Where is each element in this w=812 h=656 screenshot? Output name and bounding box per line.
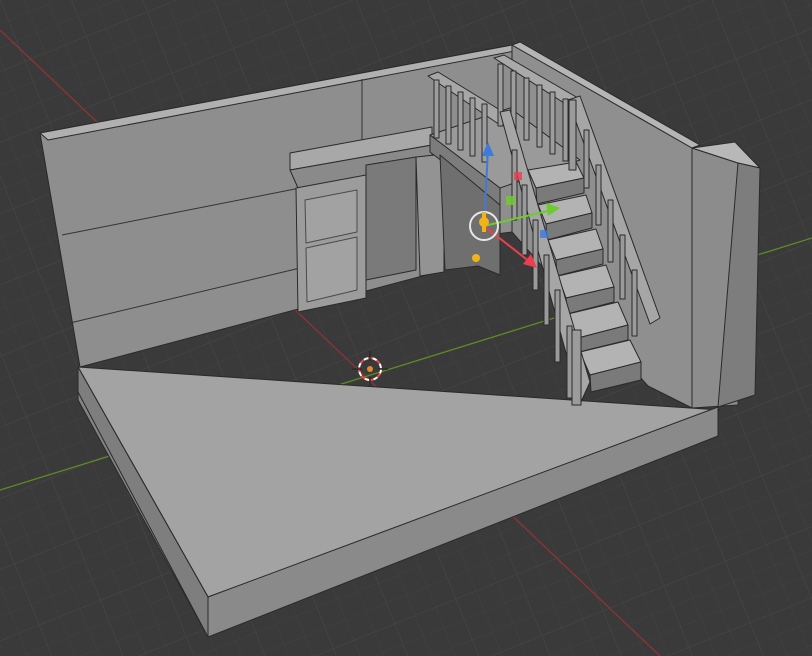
gizmo-plane-handle-xz[interactable] bbox=[514, 172, 522, 180]
3d-viewport[interactable] bbox=[0, 0, 812, 656]
door-panel-bottom bbox=[305, 236, 358, 303]
door-opening bbox=[365, 156, 417, 281]
gizmo-plane-handle-yz[interactable] bbox=[540, 230, 548, 238]
viewport-canvas[interactable] bbox=[0, 0, 812, 656]
light-origin-icon[interactable] bbox=[472, 254, 480, 262]
selected-object-origin[interactable] bbox=[482, 212, 486, 232]
gizmo-plane-handle[interactable] bbox=[506, 196, 515, 205]
door-jamb bbox=[415, 153, 445, 277]
newel-post-top bbox=[568, 99, 577, 171]
newel-post-bottom bbox=[571, 329, 582, 406]
